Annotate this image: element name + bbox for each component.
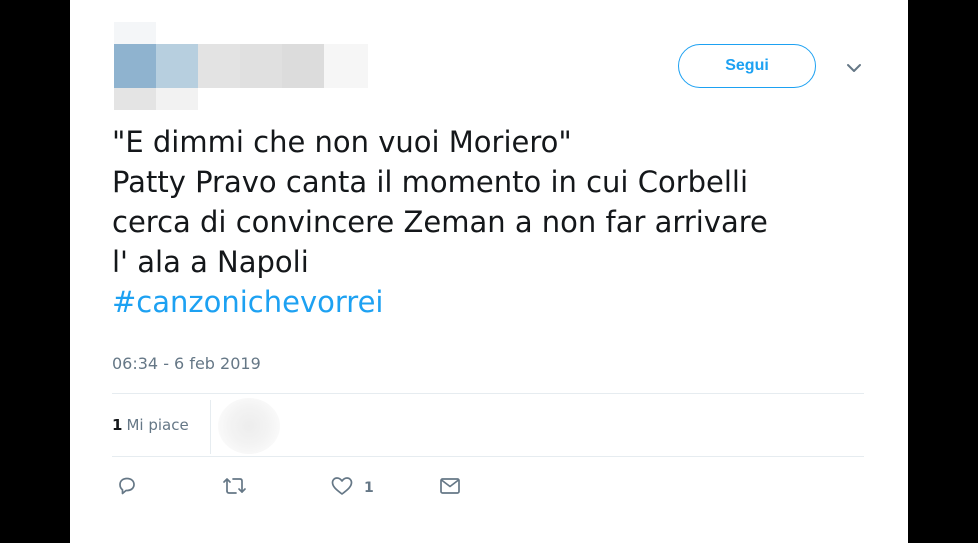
tweet-text-line: "E dimmi che non vuoi Moriero": [112, 125, 572, 159]
tweet-text-line: l' ala a Napoli: [112, 245, 309, 279]
like-button[interactable]: 1: [330, 474, 374, 502]
heart-icon: [330, 475, 354, 502]
tweet-timestamp[interactable]: 06:34 - 6 feb 2019: [112, 354, 261, 373]
likes-link[interactable]: 1 Mi piace: [112, 416, 189, 434]
hashtag-link[interactable]: #canzonichevorrei: [112, 282, 872, 322]
likes-label: Mi piace: [126, 416, 189, 434]
retweet-button[interactable]: [222, 474, 248, 502]
divider: [210, 400, 211, 454]
retweet-icon: [222, 475, 248, 502]
tweet-text-line: cerca di convincere Zeman a non far arri…: [112, 205, 768, 239]
blurred-user-info[interactable]: [114, 22, 374, 110]
liker-avatar[interactable]: [218, 398, 280, 454]
direct-message-button[interactable]: [438, 474, 462, 502]
chevron-down-icon[interactable]: [844, 58, 864, 78]
reply-icon: [116, 475, 138, 502]
follow-button[interactable]: Segui: [678, 44, 816, 88]
divider: [112, 393, 864, 394]
follow-button-label: Segui: [725, 57, 769, 74]
like-count: 1: [364, 480, 374, 496]
divider: [112, 456, 864, 457]
tweet-text-line: Patty Pravo canta il momento in cui Corb…: [112, 165, 749, 199]
tweet-text: "E dimmi che non vuoi Moriero" Patty Pra…: [112, 122, 872, 322]
likes-count: 1: [112, 416, 123, 434]
tweet-card: Segui "E dimmi che non vuoi Moriero" Pat…: [70, 0, 908, 543]
reply-button[interactable]: [116, 474, 138, 502]
envelope-icon: [438, 475, 462, 502]
likes-summary: 1 Mi piace: [112, 394, 189, 456]
